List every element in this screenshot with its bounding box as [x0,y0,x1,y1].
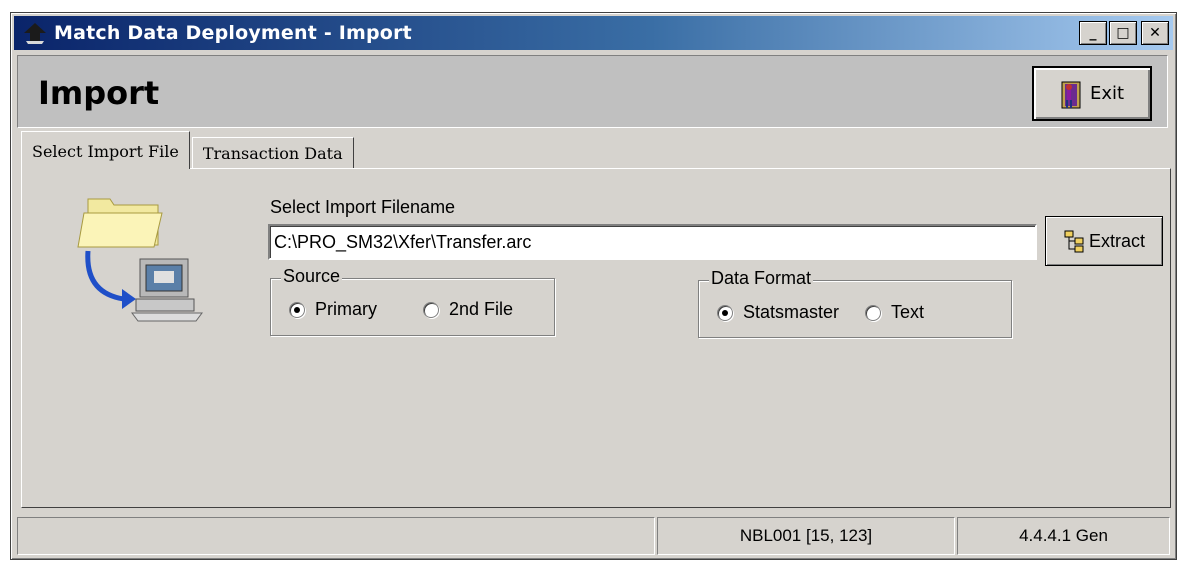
status-pane-version: 4.4.4.1 Gen [957,517,1170,555]
status-pane-record: NBL001 [15, 123] [657,517,955,555]
extract-button[interactable]: Extract [1045,216,1163,266]
extract-tree-icon [1064,230,1084,253]
source-2nd-file-radio[interactable]: 2nd File [423,299,513,320]
exit-door-icon [1061,81,1081,108]
radio-label: Statsmaster [743,302,840,322]
close-button[interactable]: ✕ [1141,21,1169,45]
maximize-button[interactable]: □ [1109,21,1137,45]
source-primary-radio[interactable]: Primary [289,299,377,320]
radio-label: Text [891,302,925,322]
radio-label: 2nd File [449,299,514,319]
radio-selected-icon [289,301,305,318]
exit-button[interactable]: Exit [1032,66,1152,121]
header-panel: Import Exit [17,55,1168,128]
source-legend: Source [281,266,343,287]
status-bar: NBL001 [15, 123] 4.4.4.1 Gen [17,517,1172,555]
tab-select-import-file[interactable]: Select Import File [21,131,190,169]
source-group: Source Primary 2nd File [270,266,555,336]
radio-label: Primary [315,299,377,319]
tab-transaction-data[interactable]: Transaction Data [191,137,354,169]
filename-input[interactable] [268,224,1037,260]
title-bar[interactable]: Match Data Deployment - Import _ □ ✕ [14,16,1173,50]
window-title: Match Data Deployment - Import [54,22,412,44]
page-title: Import [38,74,160,112]
status-pane-message [17,517,655,555]
tab-strip: Select Import File Transaction Data [21,131,354,169]
select-import-file-panel: Select Import Filename Extract Source Pr… [21,168,1171,508]
minimize-button[interactable]: _ [1079,21,1107,45]
radio-unselected-icon [865,304,881,321]
folder-to-computer-icon [77,198,203,322]
format-statsmaster-radio[interactable]: Statsmaster [717,302,839,323]
radio-selected-icon [717,304,733,321]
data-format-group: Data Format Statsmaster Text [698,268,1012,338]
exit-button-label: Exit [1089,83,1125,104]
radio-unselected-icon [423,301,439,318]
app-icon [24,23,46,44]
app-window: Match Data Deployment - Import _ □ ✕ Imp… [10,12,1177,560]
extract-button-label: Extract [1088,230,1145,251]
data-format-legend: Data Format [709,268,814,289]
window-controls: _ □ ✕ [1079,21,1169,45]
filename-label: Select Import Filename [270,197,456,217]
format-text-radio[interactable]: Text [865,302,924,323]
